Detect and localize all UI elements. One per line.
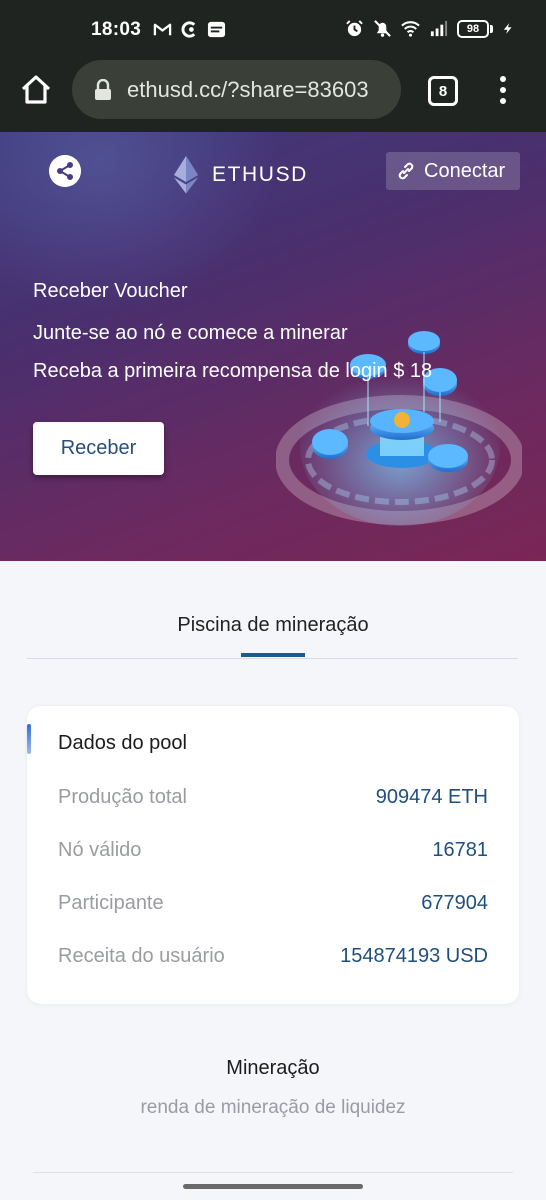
pool-row-label: Participante xyxy=(58,892,164,914)
browser-toolbar: ethusd.cc/?share=83603 8 xyxy=(0,60,546,132)
overflow-menu-icon[interactable] xyxy=(494,74,512,106)
address-bar[interactable]: ethusd.cc/?share=83603 xyxy=(72,60,401,119)
pool-row-label: Nó válido xyxy=(58,839,142,861)
wifi-icon xyxy=(401,21,420,37)
tab-mining-pool[interactable]: Piscina de mineração xyxy=(0,614,546,637)
alarm-icon xyxy=(346,20,363,37)
brand-logo: ETHUSD xyxy=(174,156,308,194)
pool-row-value: 677904 xyxy=(421,892,488,914)
tab-section: Piscina de mineração xyxy=(0,561,546,661)
gesture-nav-handle[interactable] xyxy=(183,1184,363,1189)
job-today-icon xyxy=(207,21,226,38)
card-accent-bar xyxy=(27,724,31,754)
pool-row-user-revenue: Receita do usuário 154874193 USD xyxy=(58,945,488,968)
tab-count: 8 xyxy=(438,82,448,100)
ethereum-icon xyxy=(174,156,198,194)
tab-switcher-button[interactable]: 8 xyxy=(428,76,458,106)
app-c-icon xyxy=(181,21,196,38)
battery-level: 98 xyxy=(457,19,489,38)
connect-label: Conectar xyxy=(424,159,506,182)
share-icon[interactable] xyxy=(49,155,81,187)
notification-icons xyxy=(153,20,226,39)
pool-row-label: Receita do usuário xyxy=(58,945,225,967)
status-bar: 18:03 98 xyxy=(0,0,546,60)
signal-icon xyxy=(430,20,448,37)
tab-divider xyxy=(27,658,518,659)
pool-row-total-production: Produção total 909474 ETH xyxy=(58,786,488,809)
voucher-title: Receber Voucher xyxy=(33,280,188,302)
pool-row-value: 909474 ETH xyxy=(375,786,488,808)
brand-name: ETHUSD xyxy=(212,163,308,186)
pool-row-value: 154874193 USD xyxy=(340,945,488,967)
lock-icon xyxy=(95,79,111,100)
charging-icon xyxy=(503,23,512,34)
url-text: ethusd.cc/?share=83603 xyxy=(127,77,369,102)
gmail-icon xyxy=(153,23,172,36)
mining-title: Mineração xyxy=(226,1057,320,1079)
pool-row-valid-node: Nó válido 16781 xyxy=(58,839,488,862)
pool-data-card: Dados do pool Produção total 909474 ETH … xyxy=(27,706,519,1004)
silent-icon xyxy=(374,20,391,37)
home-icon[interactable] xyxy=(18,72,54,108)
system-icons: 98 xyxy=(345,19,514,38)
voucher-reward-text: Receba a primeira recompensa de login $ … xyxy=(33,360,433,382)
hero-banner: ETHUSD Conectar Receber Voucher Junte-se… xyxy=(0,132,546,561)
pool-row-label: Produção total xyxy=(58,786,187,808)
pool-title: Dados do pool xyxy=(58,732,187,754)
receive-button[interactable]: Receber xyxy=(33,422,164,475)
mining-subtitle: renda de mineração de liquidez xyxy=(140,1097,406,1118)
active-tab-indicator xyxy=(241,653,305,657)
bottom-divider xyxy=(33,1172,513,1173)
link-icon xyxy=(398,162,414,180)
connect-button[interactable]: Conectar xyxy=(386,152,520,190)
pool-row-value: 16781 xyxy=(432,839,488,861)
status-time: 18:03 xyxy=(91,19,142,40)
battery-indicator: 98 xyxy=(457,19,493,38)
pool-row-participant: Participante 677904 xyxy=(58,892,488,915)
